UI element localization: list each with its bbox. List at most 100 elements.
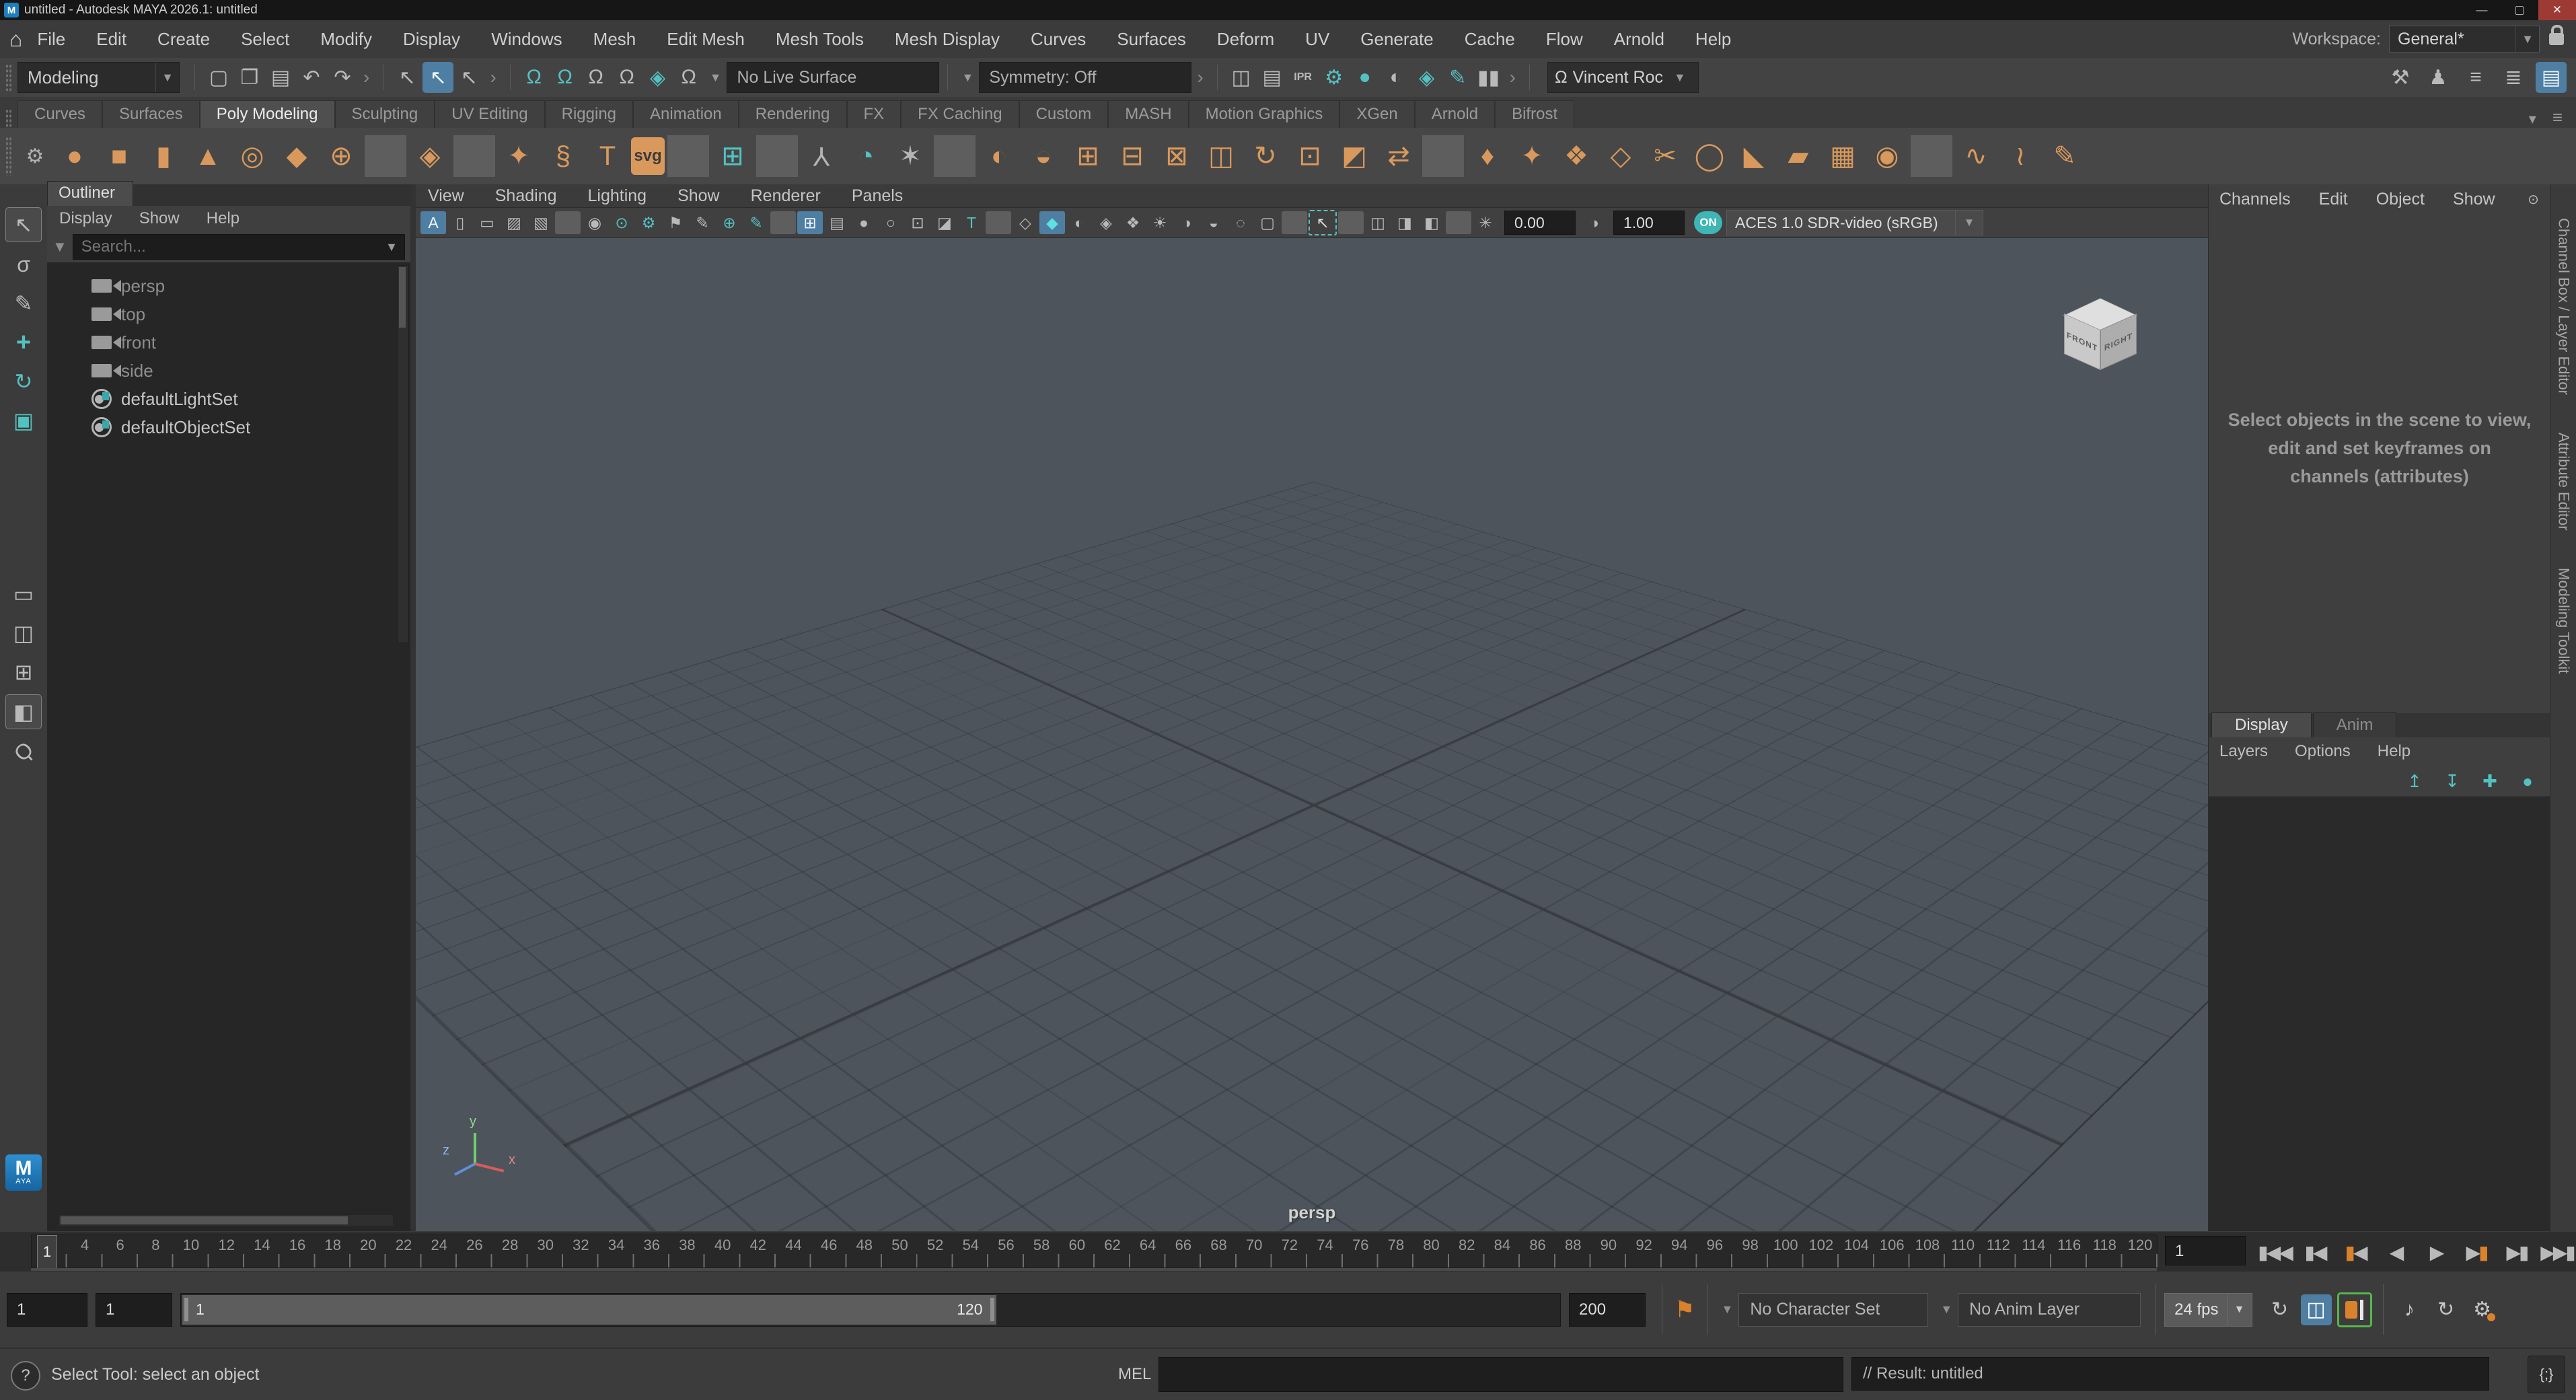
- svg-tool-icon[interactable]: svg: [631, 137, 665, 175]
- platonic-solid-icon[interactable]: ◈: [409, 135, 451, 177]
- fps-dropdown[interactable]: 24 fps ▼: [2164, 1293, 2252, 1327]
- bounding-box-icon[interactable]: ◐: [1066, 211, 1092, 234]
- step-forward-frame-button[interactable]: ▶▮: [2500, 1237, 2534, 1267]
- outliner-tab[interactable]: Outliner: [47, 181, 133, 206]
- create-joint-icon[interactable]: Y: [801, 135, 842, 177]
- range-slider[interactable]: 1 120: [180, 1293, 1561, 1327]
- select-tool-icon[interactable]: ↖: [5, 207, 42, 242]
- range-handle-left[interactable]: [184, 1298, 188, 1321]
- layer-editor-menu-item[interactable]: Help: [2378, 742, 2411, 761]
- unshaded-sphere-icon[interactable]: ○: [878, 211, 904, 234]
- shelf-tab[interactable]: Arnold: [1415, 100, 1495, 128]
- multi-cut-icon[interactable]: ✂: [1644, 135, 1686, 177]
- make-live-icon[interactable]: Ω: [673, 62, 704, 93]
- channel-box-menu-item[interactable]: Edit: [2319, 190, 2348, 209]
- playback-loop-icon[interactable]: ↻: [2265, 1294, 2295, 1325]
- animation-preferences-icon[interactable]: ⚙: [2467, 1294, 2498, 1325]
- extract-icon[interactable]: ⊠: [1156, 135, 1198, 177]
- animation-start-input[interactable]: [7, 1294, 87, 1326]
- character-set-dropdown[interactable]: No Character Set: [1738, 1293, 1928, 1327]
- snap-curve-icon[interactable]: Ω: [550, 62, 581, 93]
- poly-torus-icon[interactable]: ◎: [231, 135, 273, 177]
- render-setup-icon[interactable]: ◈: [1411, 62, 1442, 93]
- shelf-grip[interactable]: [5, 137, 12, 176]
- type-tool-icon[interactable]: T: [587, 135, 628, 177]
- play-backwards-button[interactable]: ◀: [2379, 1237, 2413, 1267]
- shelf-editor-gear-icon[interactable]: ⚙: [19, 135, 51, 177]
- project-curve-icon[interactable]: ◣: [1733, 135, 1775, 177]
- poly-disc-icon[interactable]: ⊕: [320, 135, 362, 177]
- motion-blur-icon[interactable]: ◌: [1228, 211, 1253, 234]
- shelf-tab[interactable]: Poly Modeling: [200, 100, 335, 128]
- image-plane-icon[interactable]: ▧: [528, 211, 554, 234]
- menu-item[interactable]: Display: [403, 29, 460, 50]
- menu-item[interactable]: Create: [157, 29, 210, 50]
- snap-projected-center-icon[interactable]: Ω: [612, 62, 642, 93]
- exposure-icon[interactable]: ✳: [1473, 211, 1498, 234]
- menu-item[interactable]: Windows: [491, 29, 562, 50]
- shelf-menu-icon[interactable]: ▾: [2529, 110, 2536, 128]
- viewport-menu-item[interactable]: Shading: [495, 186, 557, 206]
- smooth-shaded-icon[interactable]: ◆: [1039, 211, 1065, 234]
- outliner-menu-item[interactable]: Help: [207, 209, 240, 228]
- color-management-on-button[interactable]: ON: [1694, 211, 1722, 234]
- shelf-tab[interactable]: Surfaces: [102, 100, 200, 128]
- shelf-tab[interactable]: FX: [847, 100, 901, 128]
- menu-item[interactable]: UV: [1305, 29, 1329, 50]
- animation-end-input[interactable]: [1570, 1294, 1645, 1326]
- lock-camera-icon[interactable]: ⊙: [609, 211, 634, 234]
- sep[interactable]: [1422, 135, 1464, 177]
- workspace-dropdown[interactable]: General* ▼: [2389, 26, 2540, 52]
- reduce-icon[interactable]: ◩: [1333, 135, 1375, 177]
- shelf-tab[interactable]: FX Caching: [901, 100, 1019, 128]
- command-language-button[interactable]: MEL: [1118, 1365, 1151, 1384]
- audio-icon[interactable]: ♪: [2394, 1294, 2425, 1325]
- render-view-icon[interactable]: ◫: [1226, 62, 1257, 93]
- maximize-button[interactable]: ▢: [2501, 0, 2538, 20]
- xray-active-icon[interactable]: ◧: [1419, 211, 1444, 234]
- menu-item[interactable]: Edit: [96, 29, 126, 50]
- script-editor-icon[interactable]: {;}: [2528, 1356, 2565, 1393]
- pause-viewport-icon[interactable]: ▮▮: [1473, 62, 1504, 93]
- camera-attributes-icon[interactable]: ◉: [582, 211, 608, 234]
- render-settings-icon[interactable]: ⚙: [1319, 62, 1350, 93]
- hypershade-icon[interactable]: ●: [1350, 62, 1381, 93]
- chevron-down-icon[interactable]: ▼: [155, 63, 179, 92]
- go-to-end-button[interactable]: ▶▶▮: [2540, 1237, 2574, 1267]
- user-account-menu[interactable]: Ω Vincent Roc ▼: [1547, 62, 1699, 93]
- sep[interactable]: [756, 135, 798, 177]
- circularize-icon[interactable]: ◯: [1689, 135, 1730, 177]
- sep[interactable]: [453, 135, 495, 177]
- move-tool-icon[interactable]: +: [6, 326, 41, 359]
- outliner-menu-item[interactable]: Display: [59, 209, 112, 228]
- shelf-tab[interactable]: Rendering: [739, 100, 847, 128]
- select-camera-icon[interactable]: A: [420, 211, 446, 234]
- outliner-vertical-scrollbar[interactable]: [397, 265, 409, 643]
- lights-icon[interactable]: ☀: [1147, 211, 1173, 234]
- character-controls-toggle-icon[interactable]: ♟: [2423, 62, 2454, 93]
- select-hierarchy-icon[interactable]: ↖: [392, 62, 422, 93]
- texture-placement-icon[interactable]: ◪: [932, 211, 957, 234]
- shelf-tab[interactable]: Sculpting: [335, 100, 435, 128]
- outliner-persp-layout-icon[interactable]: ◧: [5, 694, 42, 729]
- close-button[interactable]: ✕: [2538, 0, 2576, 20]
- sep[interactable]: [770, 211, 796, 234]
- super-shape-icon[interactable]: ✦: [498, 135, 540, 177]
- film-icon[interactable]: ▤: [824, 211, 850, 234]
- camera-settings-icon[interactable]: ⚙: [636, 211, 661, 234]
- poly-cube-icon[interactable]: ■: [98, 135, 140, 177]
- menu-item[interactable]: Help: [1695, 29, 1731, 50]
- snap-point-icon[interactable]: Ω: [581, 62, 612, 93]
- chevron-down-icon[interactable]: ▼: [710, 71, 722, 85]
- single-pane-layout-icon[interactable]: ▭: [6, 577, 41, 611]
- shelf-grip[interactable]: [5, 109, 12, 128]
- playback-options-icon[interactable]: ◫: [2301, 1294, 2332, 1325]
- sep[interactable]: [365, 135, 406, 177]
- light-editor-icon[interactable]: ◐: [1381, 62, 1411, 93]
- step-back-frame-button[interactable]: ▮◀: [2298, 1237, 2332, 1267]
- exposure-input[interactable]: [1513, 213, 1575, 233]
- outliner-item[interactable]: front: [47, 328, 410, 357]
- split-icon[interactable]: ◫: [1200, 135, 1242, 177]
- wireframe-on-shaded-icon[interactable]: ❖: [1120, 211, 1146, 234]
- command-line-input[interactable]: [1159, 1358, 1843, 1391]
